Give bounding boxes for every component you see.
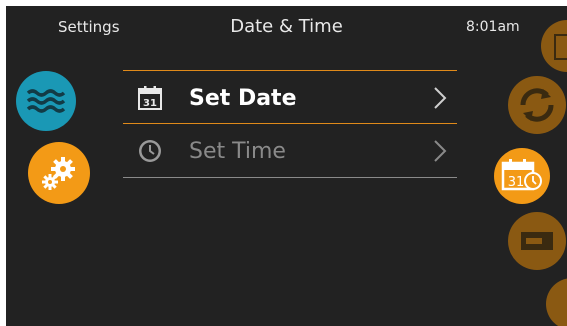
water-button[interactable] — [16, 71, 76, 131]
gears-icon — [42, 157, 75, 190]
menu-divider — [123, 177, 457, 178]
svg-text:31: 31 — [143, 98, 157, 109]
spa-control-screen: Settings Date & Time 8:01am 31 Set Date … — [6, 6, 567, 326]
calendar-clock-icon: 31 — [501, 159, 542, 191]
display-icon — [521, 232, 553, 250]
clock: 8:01am — [466, 19, 520, 35]
filter-cycle-button[interactable] — [508, 76, 566, 134]
calendar-icon: 31 — [138, 86, 162, 110]
menu-divider — [123, 123, 457, 124]
set-time-label: Set Time — [189, 138, 286, 164]
svg-text:31: 31 — [508, 175, 525, 190]
date-time-button[interactable]: 31 — [494, 148, 550, 204]
display-button[interactable] — [508, 212, 566, 270]
light-button[interactable] — [546, 278, 567, 326]
chevron-right-icon — [434, 87, 447, 109]
calendar-icon — [554, 34, 567, 60]
cycle-icon — [520, 88, 554, 122]
chevron-right-icon — [434, 140, 447, 162]
set-date-row[interactable]: 31 Set Date — [123, 75, 457, 121]
settings-button[interactable] — [28, 142, 90, 204]
clock-icon — [139, 140, 161, 162]
menu-divider — [123, 70, 457, 71]
set-time-row[interactable]: Set Time — [123, 128, 457, 174]
water-waves-icon — [26, 89, 66, 113]
set-date-label: Set Date — [189, 85, 297, 111]
